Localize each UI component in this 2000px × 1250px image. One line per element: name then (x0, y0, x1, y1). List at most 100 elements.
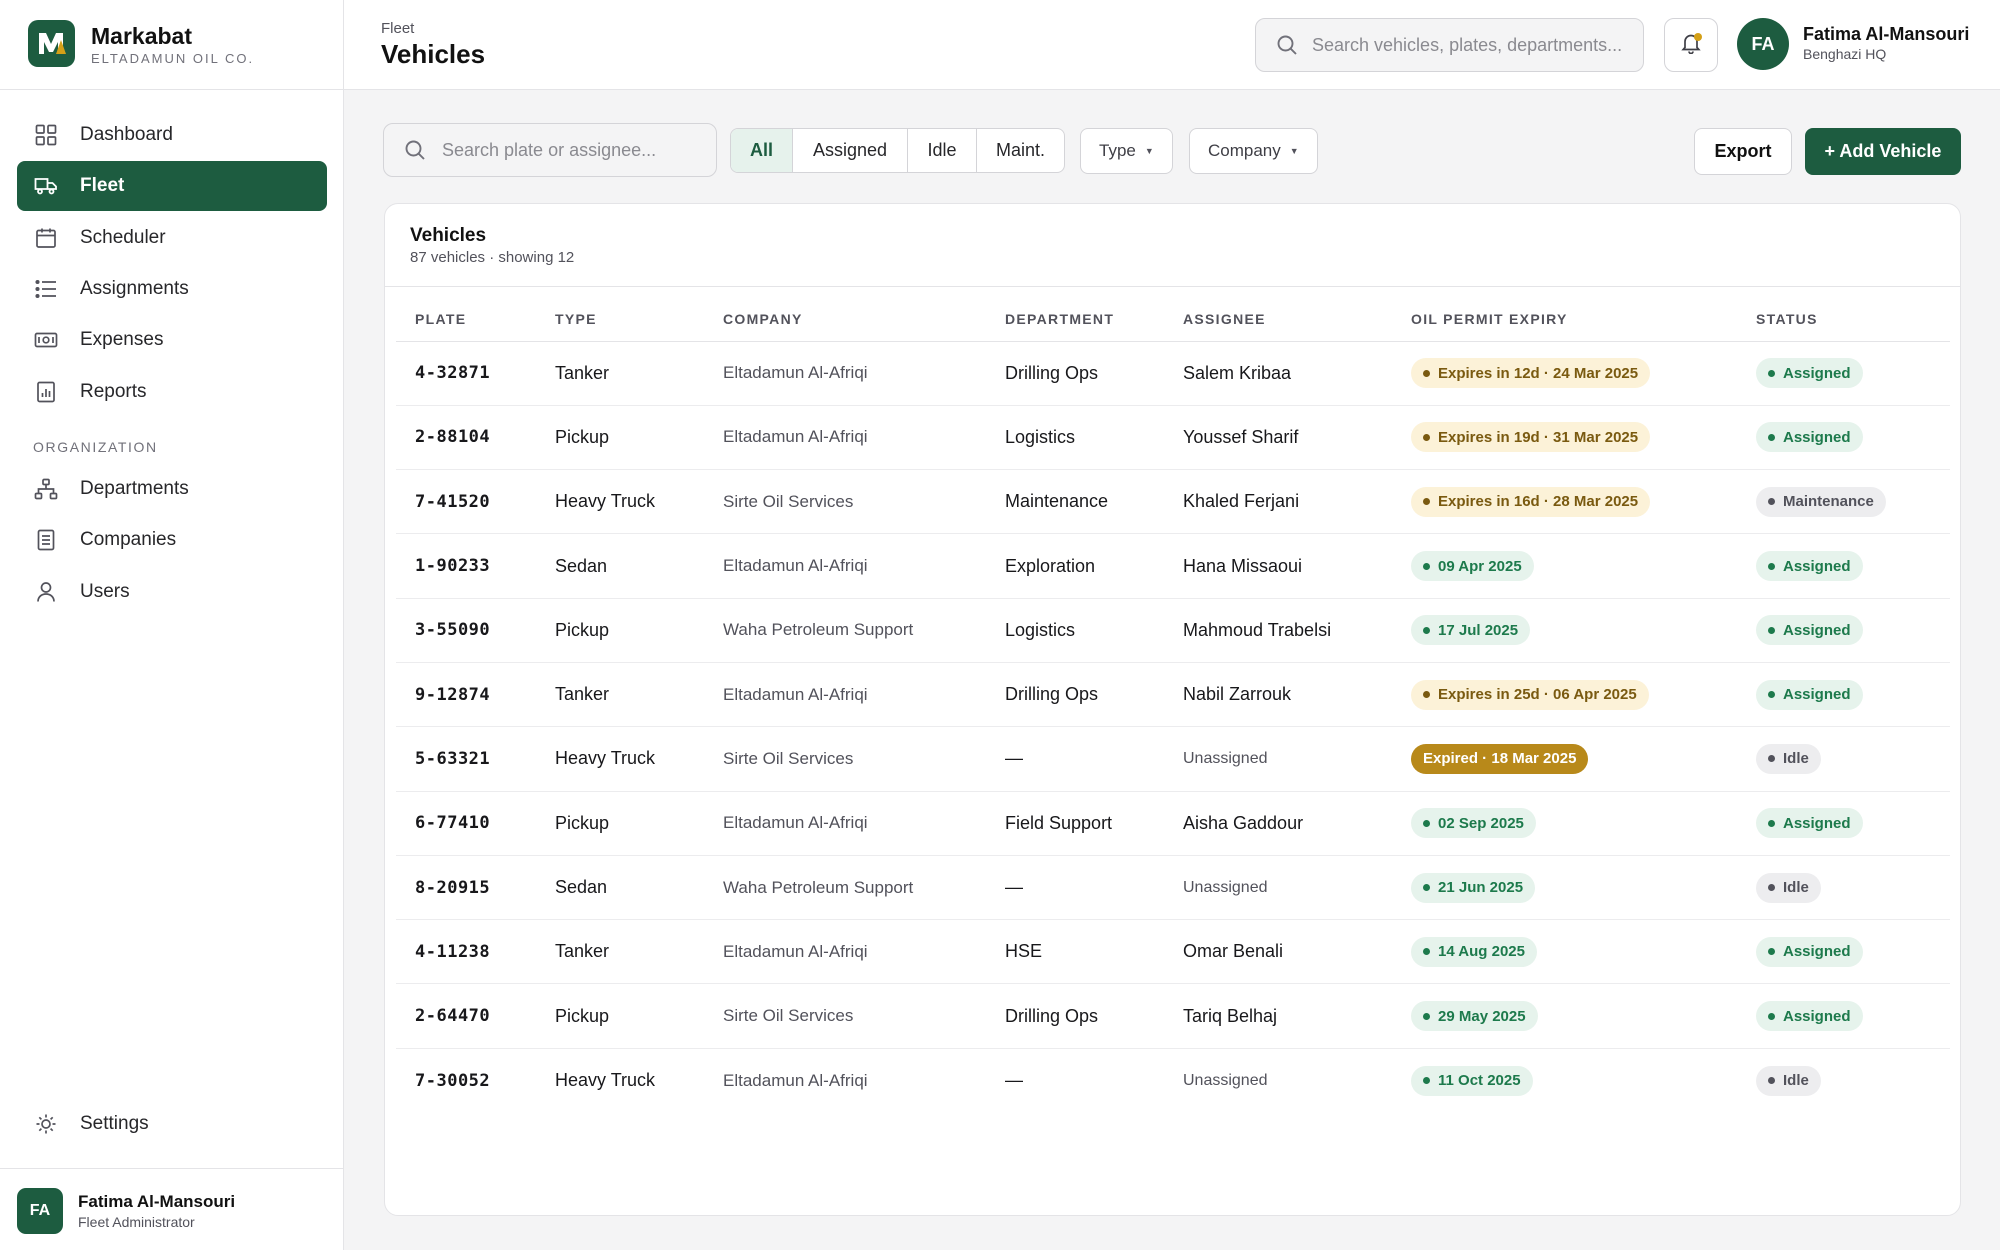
cell-company: Sirte Oil Services (704, 726, 986, 792)
table-row[interactable]: 3-55090 Pickup Waha Petroleum Support Logis… (396, 598, 1950, 663)
table-row[interactable]: 9-12874 Tanker Eltadamun Al-Afriqi Drilling… (396, 662, 1950, 728)
cell-department: Logistics (986, 405, 1164, 471)
sidebar-item-label: Reports (80, 381, 147, 402)
sidebar-item-settings[interactable]: Settings (17, 1099, 327, 1149)
table-row[interactable]: 1-90233 Sedan Eltadamun Al-Afriqi Explorati… (396, 533, 1950, 599)
cell-department: — (986, 855, 1164, 921)
vehicle-search-input[interactable]: Search plate or assignee... (383, 123, 717, 177)
cell-plate: 8-20915 (396, 855, 536, 921)
cell-company: Eltadamun Al-Afriqi (723, 1070, 868, 1090)
cell-oil-permit-expiry: Expires in 19d · 31 Mar 2025 (1392, 405, 1737, 471)
status-badge: Maintenance (1756, 486, 1886, 517)
expiry-text: Expires in 12d · 24 Mar 2025 (1438, 364, 1639, 382)
app-logo-icon[interactable] (28, 20, 75, 67)
cell-type: Pickup (536, 983, 704, 1049)
cell-oil-permit-expiry: 11 Oct 2025 (1392, 1048, 1737, 1112)
type-dropdown[interactable]: Type ▼ (1080, 128, 1173, 174)
expiry-badge: 02 Sep 2025 (1411, 808, 1536, 839)
table-row[interactable]: 7-30052 Heavy Truck Eltadamun Al-Afriqi — Un… (396, 1048, 1950, 1112)
status-dot-icon (1423, 884, 1430, 892)
cell-type: Sedan (536, 855, 704, 921)
sidebar-item-assignments[interactable]: Assignments (17, 264, 327, 314)
column-header-plate[interactable]: PLATE (396, 297, 536, 342)
status-dot-icon (1423, 498, 1430, 506)
expiry-text: 02 Sep 2025 (1438, 814, 1524, 832)
cell-status: Assigned (1737, 598, 1950, 663)
status-dot-icon (1768, 626, 1775, 634)
filter-maintenance[interactable]: Maint. (977, 129, 1064, 172)
cell-status: Assigned (1737, 919, 1950, 985)
table-row[interactable]: 7-41520 Heavy Truck Sirte Oil Services Main… (396, 469, 1950, 535)
column-header-type[interactable]: TYPE (536, 297, 704, 342)
column-header-company[interactable]: COMPANY (704, 297, 986, 342)
table-row[interactable]: 4-32871 Tanker Eltadamun Al-Afriqi Drilling… (396, 341, 1950, 406)
filter-idle[interactable]: Idle (908, 129, 977, 172)
expiry-text: 29 May 2025 (1438, 1007, 1526, 1025)
sidebar-item-dashboard[interactable]: Dashboard (17, 110, 327, 160)
table-row[interactable]: 2-88104 Pickup Eltadamun Al-Afriqi Logistic… (396, 405, 1950, 471)
card-title: Vehicles (410, 225, 487, 246)
cell-status: Assigned (1737, 662, 1950, 728)
status-text: Idle (1783, 750, 1809, 768)
sidebar-item-scheduler[interactable]: Scheduler (17, 213, 327, 263)
expiry-badge: 11 Oct 2025 (1411, 1065, 1533, 1096)
export-button[interactable]: Export (1694, 128, 1792, 175)
cell-type: Heavy Truck (536, 726, 704, 792)
filter-all[interactable]: All (731, 129, 793, 172)
status-dot-icon (1768, 819, 1775, 827)
company-dropdown[interactable]: Company ▼ (1189, 128, 1318, 174)
column-header-oil-permit-expiry[interactable]: OIL PERMIT EXPIRY (1392, 297, 1737, 342)
cell-department: HSE (986, 919, 1164, 985)
expiry-text: 14 Aug 2025 (1438, 943, 1525, 961)
status-dot-icon (1768, 1077, 1775, 1085)
cell-assignee: Khaled Ferjani (1164, 469, 1392, 535)
cell-type: Heavy Truck (555, 1070, 656, 1091)
breadcrumb[interactable]: Fleet (381, 20, 414, 37)
sidebar-item-expenses[interactable]: Expenses (17, 315, 327, 365)
avatar: FA (1737, 18, 1789, 70)
table-row[interactable]: 5-63321 Heavy Truck Sirte Oil Services — Una… (396, 726, 1950, 792)
cell-department: Drilling Ops (986, 662, 1164, 728)
brand: Markabat ELTADAMUN OIL CO. (0, 0, 343, 90)
table-row[interactable]: 4-11238 Tanker Eltadamun Al-Afriqi HSE Omar … (396, 919, 1950, 985)
cell-plate: 4-32871 (396, 341, 536, 406)
sidebar-item-fleet[interactable]: Fleet (17, 161, 327, 211)
document-icon (34, 528, 58, 552)
cell-type: Heavy Truck (536, 469, 704, 535)
table-row[interactable]: 6-77410 Pickup Eltadamun Al-Afriqi Field Su… (396, 791, 1950, 856)
status-dot-icon (1768, 562, 1775, 570)
add-vehicle-button[interactable]: + Add Vehicle (1805, 128, 1961, 175)
cell-type: Pickup (536, 791, 704, 856)
cell-status: Assigned (1737, 983, 1950, 1049)
global-search-input[interactable]: Search vehicles, plates, departments... (1255, 18, 1644, 72)
sidebar-item-label: Fleet (80, 175, 125, 196)
notifications-button[interactable] (1664, 18, 1718, 72)
column-header-department[interactable]: DEPARTMENT (986, 297, 1164, 342)
sidebar-user[interactable]: FA Fatima Al-Mansouri Fleet Administrato… (0, 1168, 343, 1250)
sidebar-item-departments[interactable]: Departments (17, 464, 327, 514)
sidebar-item-users[interactable]: Users (17, 567, 327, 617)
expiry-text: Expires in 16d · 28 Mar 2025 (1438, 493, 1639, 511)
status-dot-icon (1423, 1077, 1430, 1085)
cell-plate: 9-12874 (396, 662, 536, 728)
column-header-assignee[interactable]: ASSIGNEE (1164, 297, 1392, 342)
status-text: Idle (1783, 1072, 1809, 1090)
cell-department: — (1005, 1070, 1023, 1091)
status-badge: Assigned (1756, 551, 1863, 582)
cell-company: Sirte Oil Services (704, 469, 986, 535)
expiry-badge: Expires in 16d · 28 Mar 2025 (1411, 486, 1651, 517)
sidebar-item-label: Settings (80, 1113, 149, 1134)
table-row[interactable]: 2-64470 Pickup Sirte Oil Services Drilling … (396, 983, 1950, 1049)
column-header-status[interactable]: STATUS (1737, 297, 1950, 342)
sidebar-item-reports[interactable]: Reports (17, 367, 327, 417)
cell-plate: 5-63321 (396, 726, 536, 792)
expiry-badge: Expires in 25d · 06 Apr 2025 (1411, 679, 1649, 710)
sidebar-section-label: ORGANIZATION (33, 439, 158, 455)
sidebar-item-label: Departments (80, 478, 189, 499)
filter-assigned[interactable]: Assigned (793, 129, 908, 172)
page-title: Vehicles (381, 39, 486, 69)
table-row[interactable]: 8-20915 Sedan Waha Petroleum Support — Unass… (396, 855, 1950, 921)
sidebar-item-label: Dashboard (80, 124, 173, 145)
sidebar-item-companies[interactable]: Companies (17, 515, 327, 565)
cell-department: Exploration (986, 533, 1164, 599)
